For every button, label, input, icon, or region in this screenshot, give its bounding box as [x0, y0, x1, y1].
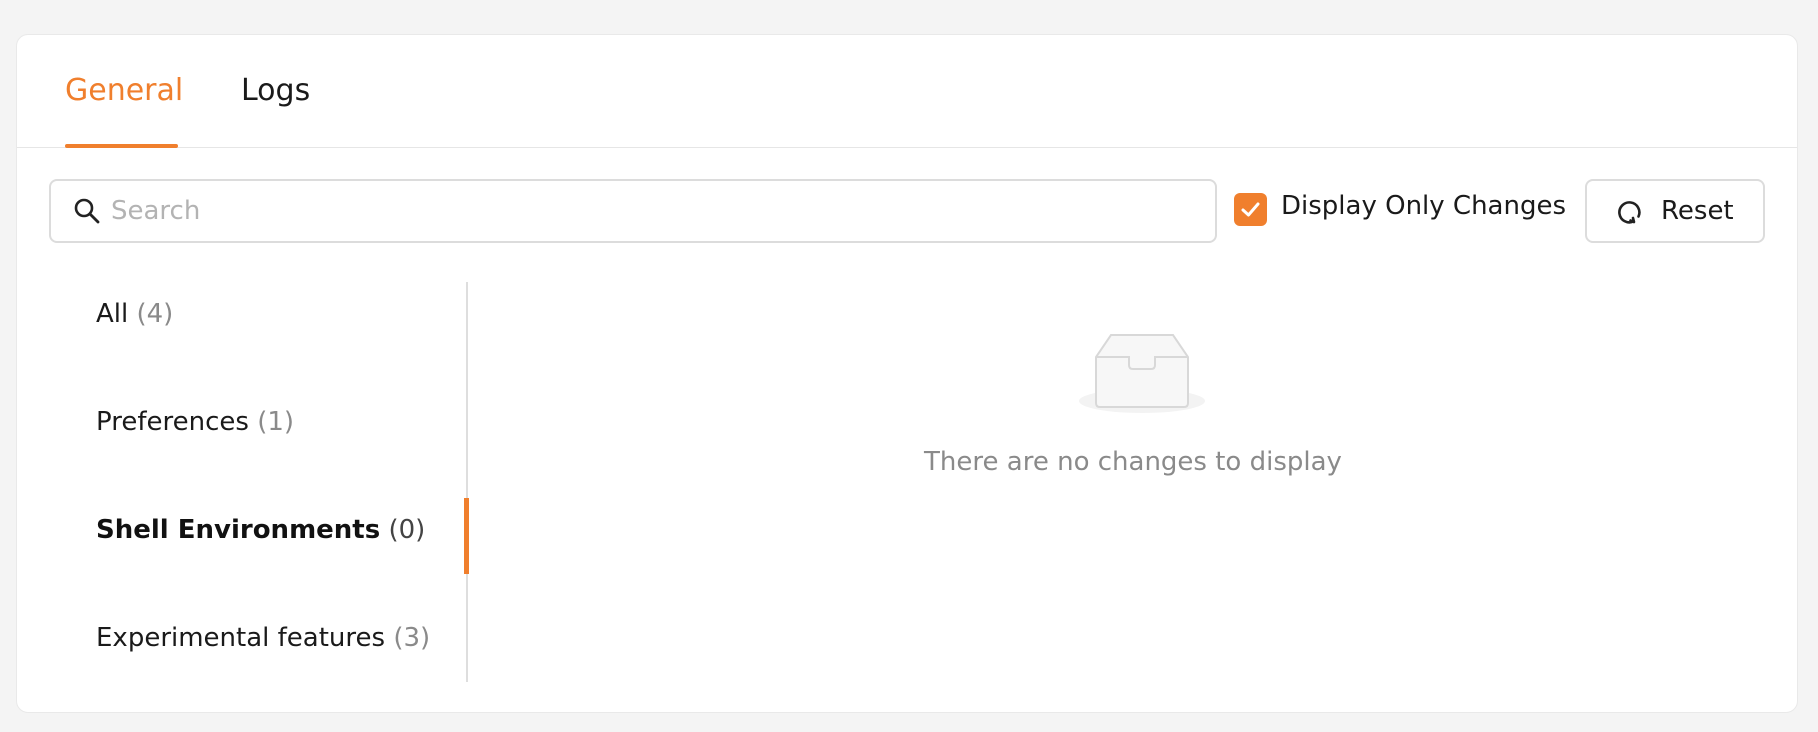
reset-label: Reset	[1661, 196, 1734, 226]
search-box[interactable]	[49, 179, 1217, 243]
category-preferences[interactable]: Preferences (1)	[96, 407, 294, 437]
active-category-indicator	[464, 498, 469, 574]
category-experimental-features[interactable]: Experimental features (3)	[96, 623, 430, 653]
search-icon	[74, 198, 100, 224]
category-count: (1)	[257, 407, 295, 437]
category-count: (3)	[393, 623, 431, 653]
refresh-icon	[1618, 201, 1641, 224]
category-shell-environments[interactable]: Shell Environments (0)	[96, 515, 425, 545]
sidebar-divider	[466, 282, 468, 682]
tab-general[interactable]: General	[65, 73, 183, 109]
display-only-changes-checkbox[interactable]	[1234, 193, 1267, 226]
category-name: Experimental features	[96, 623, 386, 653]
tab-logs[interactable]: Logs	[241, 73, 310, 109]
active-tab-indicator	[65, 144, 178, 148]
category-count: (0)	[388, 515, 426, 545]
category-name: All	[96, 299, 129, 329]
search-input[interactable]	[111, 189, 1199, 233]
settings-card: General Logs Display Only Changes Reset …	[16, 34, 1798, 713]
display-only-changes-label[interactable]: Display Only Changes	[1281, 191, 1566, 221]
category-name: Shell Environments	[96, 515, 381, 545]
category-count: (4)	[136, 299, 174, 329]
checkmark-icon	[1241, 202, 1260, 217]
category-name: Preferences	[96, 407, 249, 437]
empty-state-message: There are no changes to display	[924, 447, 1342, 477]
tab-bar: General Logs	[17, 35, 1797, 148]
category-all[interactable]: All (4)	[96, 299, 173, 329]
inbox-icon	[1079, 334, 1205, 413]
reset-button[interactable]: Reset	[1585, 179, 1765, 243]
